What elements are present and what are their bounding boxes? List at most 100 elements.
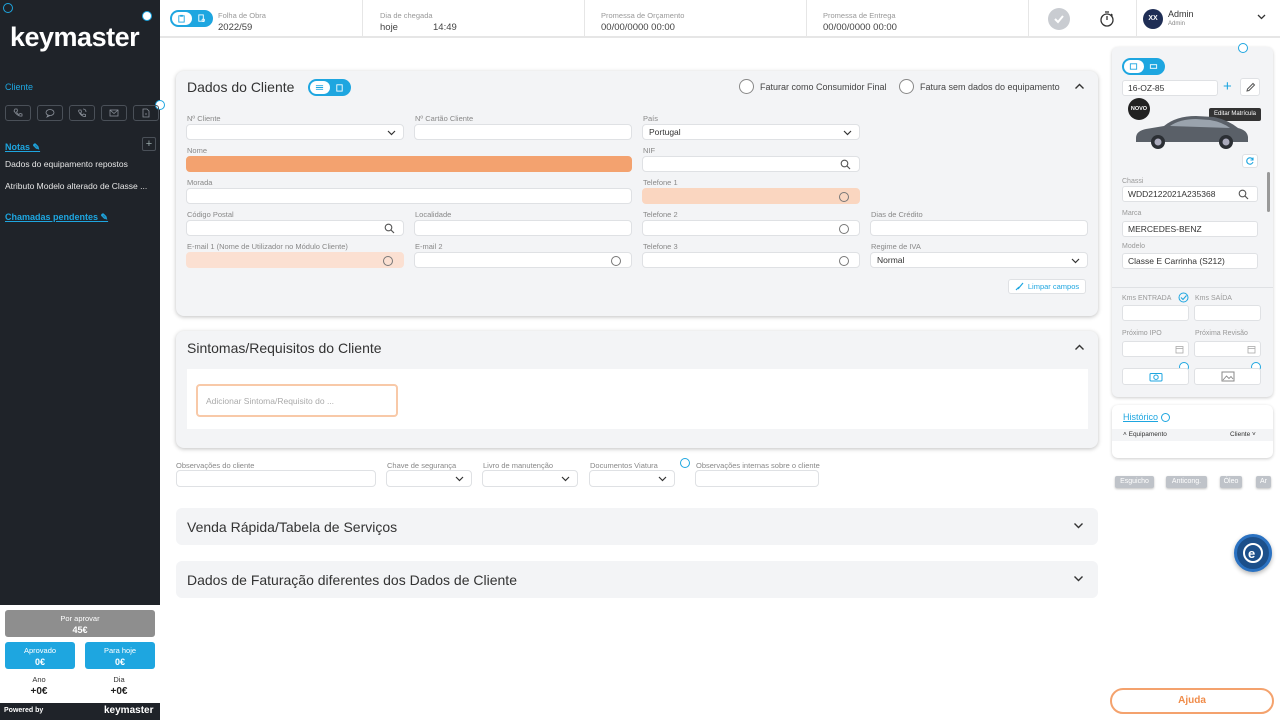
radio-circle-icon[interactable] [383,256,393,266]
dias-credito-input[interactable] [870,220,1088,236]
esguicho-chip[interactable]: Esguicho [1115,476,1154,488]
radio-circle-icon[interactable] [839,192,849,202]
vehicle-type-toggle[interactable] [1122,58,1165,75]
info-dot-icon[interactable] [142,11,152,21]
check-icon[interactable] [1048,8,1070,30]
chassi-label: Chassi [1122,178,1144,185]
dia-chegada-cell[interactable]: Dia de chegada hoje 14:49 [363,0,585,38]
codigo-postal-input[interactable] [186,220,404,236]
modelo-input[interactable]: Classe E Carrinha (S212) [1122,253,1258,269]
camera-button[interactable] [1122,368,1189,385]
calendar-icon[interactable] [1247,345,1256,354]
email2-input[interactable] [414,252,632,268]
regime-iva-select[interactable]: Normal [870,252,1088,268]
venda-rapida-section[interactable]: Venda Rápida/Tabela de Serviços [176,508,1098,545]
pais-select[interactable]: Portugal [642,124,860,140]
search-icon[interactable] [384,223,395,234]
info-icon[interactable] [1238,43,1248,53]
cliente-column[interactable]: Cliente ˅ [1230,431,1256,438]
chamadas-pendentes-link[interactable]: Chamadas pendentes ✎ [5,212,108,223]
add-vehicle-icon[interactable]: + [1223,79,1232,95]
venda-rapida-title: Venda Rápida/Tabela de Serviços [187,519,398,535]
document-icon[interactable] [133,105,159,121]
email1-input[interactable] [186,252,404,268]
chevron-down-icon [561,476,570,482]
historico-link[interactable]: Histórico [1123,412,1158,422]
assistant-fab[interactable]: e [1234,534,1272,572]
faturar-consumidor-radio[interactable] [739,79,754,94]
user-menu-chevron-icon[interactable] [1256,11,1267,22]
chave-select[interactable] [386,470,472,487]
edit-matricula-button[interactable] [1240,78,1260,96]
gallery-button[interactable] [1194,368,1261,385]
livro-select[interactable] [482,470,578,487]
para-hoje-box[interactable]: Para hoje 0€ [85,642,155,669]
faturacao-section[interactable]: Dados de Faturação diferentes dos Dados … [176,561,1098,598]
pais-label: País [643,114,659,123]
search-icon[interactable] [840,159,851,170]
phone-call-icon[interactable] [69,105,95,121]
n-cliente-select[interactable] [186,124,404,140]
telefone3-input[interactable] [642,252,860,268]
chave-label: Chave de segurança [387,461,457,470]
notas-link[interactable]: Notas ✎ [5,142,40,153]
radio-circle-icon[interactable] [611,256,621,266]
proxima-revisao-input[interactable] [1194,341,1261,357]
telefone1-input[interactable] [642,188,860,204]
fatura-sem-dados-radio[interactable] [899,79,914,94]
phone-icon[interactable] [5,105,31,121]
calendar-icon[interactable] [1175,345,1184,354]
anticong-chip[interactable]: Anticong. [1166,476,1207,488]
vehicle-panel-scrollbar[interactable] [1267,172,1270,212]
refresh-button[interactable] [1242,154,1258,168]
limpar-campos-button[interactable]: Limpar campos [1008,279,1086,294]
morada-input[interactable] [186,188,632,204]
view-toggle[interactable] [170,10,213,27]
sidebar-cliente-link[interactable]: Cliente [5,82,33,92]
marca-input[interactable]: MERCEDES-BENZ [1122,221,1258,237]
add-note-button[interactable]: + [142,137,156,151]
radio-circle-icon[interactable] [839,224,849,234]
user-avatar[interactable]: XX [1143,9,1163,29]
timer-icon[interactable] [1096,8,1118,30]
info-icon[interactable] [680,458,690,468]
aprovado-box[interactable]: Aprovado 0€ [5,642,75,669]
expand-chevron-icon[interactable] [1073,573,1084,584]
client-type-toggle[interactable] [308,79,351,96]
chevron-down-icon [455,476,464,482]
dia-value: +0€ [110,686,128,697]
kms-entrada-input[interactable] [1122,305,1189,321]
equipamento-column[interactable]: ˄ Equipamento [1123,431,1167,438]
matricula-input[interactable]: 16-OZ-85 [1122,80,1218,96]
chat-icon[interactable] [37,105,63,121]
oleo-chip[interactable]: Óleo [1220,476,1242,488]
back-icon[interactable] [3,3,13,13]
expand-chevron-icon[interactable] [1073,520,1084,531]
kms-saida-input[interactable] [1194,305,1261,321]
search-icon[interactable] [1238,189,1249,200]
radio-circle-icon[interactable] [839,256,849,266]
promessa-orcamento-cell[interactable]: Promessa de Orçamento 00/00/0000 00:00 [585,0,807,38]
documentos-label: Documentos Viatura [590,461,658,470]
proximo-ipo-label: Próximo IPO [1122,330,1162,337]
localidade-input[interactable] [414,220,632,236]
symptom-input[interactable]: Adicionar Sintoma/Requisito do ... [196,384,398,417]
nome-input[interactable] [186,156,632,172]
obs-internas-input[interactable] [695,470,819,487]
mail-icon[interactable] [101,105,127,121]
collapse-symptoms-chevron-icon[interactable] [1074,342,1085,353]
proximo-ipo-input[interactable] [1122,341,1189,357]
chassi-input[interactable]: WDD2122021A235368 [1122,186,1258,202]
observacoes-input[interactable] [176,470,376,487]
collapse-client-chevron-icon[interactable] [1074,81,1085,92]
por-aprovar-box[interactable]: Por aprovar 45€ [5,610,155,637]
telefone2-input[interactable] [642,220,860,236]
info-icon[interactable] [1161,413,1170,422]
promessa-entrega-cell[interactable]: Promessa de Entrega 00/00/0000 00:00 [807,0,1029,38]
documentos-select[interactable] [589,470,675,487]
nif-input[interactable] [642,156,860,172]
check-circle-icon[interactable] [1178,292,1189,303]
n-cartao-input[interactable] [414,124,632,140]
ar-chip[interactable]: Ar [1256,476,1271,488]
ajuda-button[interactable]: Ajuda [1110,688,1274,714]
